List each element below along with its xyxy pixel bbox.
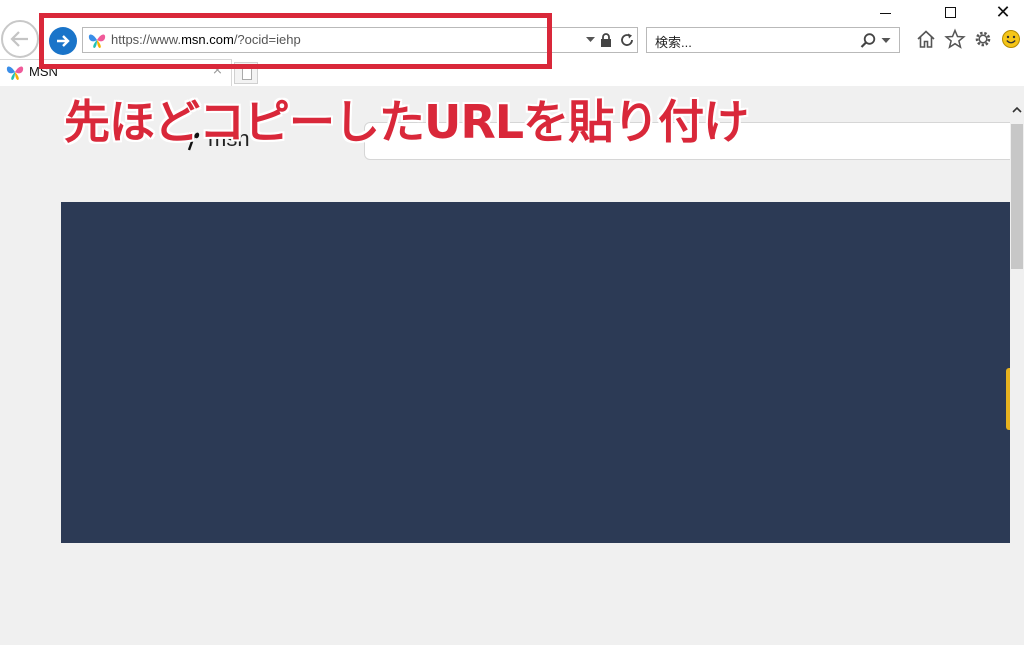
close-icon: ✕ xyxy=(995,1,1011,23)
scroll-thumb[interactable] xyxy=(1011,124,1023,269)
search-box[interactable]: 検索... xyxy=(646,27,900,53)
chevron-down-icon xyxy=(585,37,595,42)
home-icon[interactable] xyxy=(915,28,937,50)
scroll-up-button[interactable] xyxy=(1010,100,1024,118)
smiley-icon[interactable] xyxy=(1000,28,1022,50)
vertical-scrollbar[interactable] xyxy=(1010,100,1024,645)
lock-icon[interactable] xyxy=(599,32,613,48)
address-bar-highlight xyxy=(39,13,552,69)
search-icon[interactable] xyxy=(859,32,877,50)
minimize-icon xyxy=(879,12,891,14)
back-arrow-icon xyxy=(10,31,28,47)
hero-banner[interactable] xyxy=(61,202,1010,543)
address-dropdown-button[interactable] xyxy=(583,33,597,47)
gear-icon[interactable] xyxy=(972,28,994,50)
star-icon[interactable] xyxy=(944,28,966,50)
close-window-button[interactable]: ✕ xyxy=(980,0,1024,24)
chevron-down-icon[interactable] xyxy=(880,34,892,46)
search-placeholder: 検索... xyxy=(655,35,692,50)
maximize-icon xyxy=(944,6,956,18)
minimize-button[interactable] xyxy=(862,0,908,24)
back-button[interactable] xyxy=(1,20,39,58)
msn-butterfly-icon xyxy=(6,66,24,80)
annotation-caption: 先ほどコピーしたURLを貼り付け xyxy=(64,95,749,149)
chevron-up-icon xyxy=(1012,106,1022,113)
maximize-button[interactable] xyxy=(927,0,973,24)
refresh-icon[interactable] xyxy=(619,32,635,48)
